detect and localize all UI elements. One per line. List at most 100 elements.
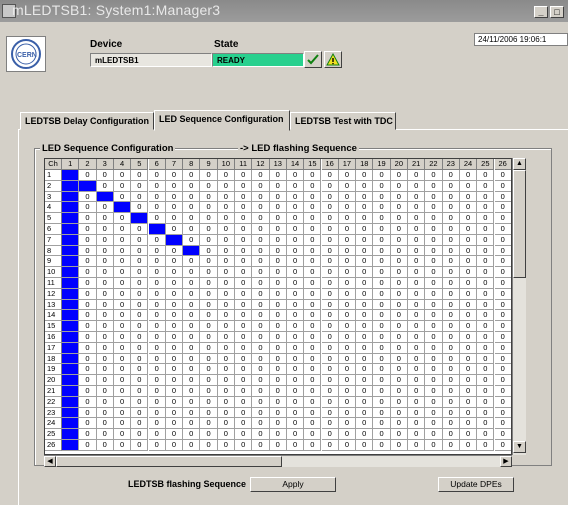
sequence-cell[interactable]: 0 [183,375,201,386]
sequence-cell[interactable]: 0 [321,440,339,451]
sequence-cell[interactable] [62,245,80,257]
sequence-cell[interactable]: 0 [390,342,408,354]
sequence-cell[interactable]: 0 [494,245,511,257]
sequence-cell[interactable]: 0 [356,386,374,397]
sequence-cell[interactable] [96,191,114,203]
sequence-cell[interactable]: 0 [408,170,426,181]
sequence-cell[interactable]: 0 [217,299,235,311]
sequence-cell[interactable]: 0 [338,429,357,440]
sequence-cell[interactable]: 0 [183,440,201,451]
sequence-cell[interactable]: 0 [459,321,478,332]
sequence-cell[interactable]: 0 [494,321,511,332]
sequence-cell[interactable]: 0 [165,321,184,332]
sequence-cell[interactable]: 0 [321,396,339,408]
sequence-cell[interactable]: 0 [321,278,339,289]
sequence-cell[interactable]: 0 [113,224,132,235]
sequence-cell[interactable]: 0 [321,234,339,246]
sequence-cell[interactable]: 0 [425,375,443,386]
sequence-cell[interactable]: 0 [235,234,253,246]
sequence-cell[interactable]: 0 [338,245,357,257]
sequence-cell[interactable]: 0 [304,418,322,430]
sequence-cell[interactable]: 0 [200,353,218,365]
sequence-cell[interactable]: 0 [252,429,270,440]
sequence-cell[interactable]: 0 [459,440,478,451]
sequence-cell[interactable]: 0 [217,278,235,289]
sequence-cell[interactable]: 0 [217,202,235,214]
sequence-cell[interactable]: 0 [459,202,478,214]
sequence-cell[interactable]: 0 [390,213,408,224]
sequence-cell[interactable]: 0 [96,429,114,440]
sequence-cell[interactable]: 0 [442,288,460,300]
sequence-cell[interactable]: 0 [494,429,511,440]
sequence-cell[interactable]: 0 [442,440,460,451]
sequence-cell[interactable]: 0 [304,278,322,289]
sequence-cell[interactable] [62,234,80,246]
sequence-cell[interactable]: 0 [286,245,305,257]
sequence-cell[interactable]: 0 [183,332,201,343]
sequence-cell[interactable]: 0 [408,224,426,235]
sequence-cell[interactable]: 0 [79,256,97,268]
sequence-cell[interactable]: 0 [338,170,357,181]
sequence-cell[interactable]: 0 [459,288,478,300]
sequence-cell[interactable]: 0 [96,288,114,300]
sequence-cell[interactable]: 0 [235,332,253,343]
sequence-cell[interactable]: 0 [390,180,408,192]
sequence-cell[interactable]: 0 [269,418,287,430]
sequence-cell[interactable]: 0 [113,180,132,192]
sequence-cell[interactable]: 0 [304,386,322,397]
sequence-cell[interactable]: 0 [304,375,322,386]
sequence-cell[interactable]: 0 [477,288,495,300]
sequence-cell[interactable]: 0 [356,278,374,289]
sequence-cell[interactable]: 0 [338,180,357,192]
sequence-cell[interactable]: 0 [425,364,443,376]
sequence-cell[interactable]: 0 [235,191,253,203]
sequence-cell[interactable]: 0 [321,418,339,430]
sequence-cell[interactable]: 0 [494,396,511,408]
sequence-cell[interactable]: 0 [217,321,235,332]
sequence-cell[interactable]: 0 [408,213,426,224]
sequence-cell[interactable]: 0 [113,342,132,354]
sequence-cell[interactable]: 0 [304,234,322,246]
sequence-cell[interactable]: 0 [425,234,443,246]
sequence-cell[interactable]: 0 [356,332,374,343]
sequence-cell[interactable]: 0 [269,202,287,214]
sequence-cell[interactable]: 0 [390,288,408,300]
sequence-cell[interactable]: 0 [269,375,287,386]
sequence-cell[interactable]: 0 [217,353,235,365]
sequence-cell[interactable]: 0 [408,321,426,332]
sequence-cell[interactable]: 0 [113,332,132,343]
sequence-cell[interactable]: 0 [390,310,408,322]
sequence-cell[interactable]: 0 [459,234,478,246]
sequence-cell[interactable]: 0 [235,180,253,192]
sequence-cell[interactable]: 0 [442,418,460,430]
tab-test-with-tdc[interactable]: LEDTSB Test with TDC [290,112,396,130]
sequence-cell[interactable]: 0 [183,321,201,332]
sequence-cell[interactable]: 0 [373,418,391,430]
sequence-cell[interactable]: 0 [459,310,478,322]
sequence-cell[interactable]: 0 [252,321,270,332]
sequence-cell[interactable]: 0 [217,310,235,322]
sequence-cell[interactable]: 0 [321,407,339,419]
sequence-cell[interactable] [62,180,80,192]
sequence-cell[interactable]: 0 [442,191,460,203]
sequence-cell[interactable]: 0 [252,299,270,311]
sequence-cell[interactable]: 0 [113,418,132,430]
sequence-cell[interactable]: 0 [459,353,478,365]
sequence-cell[interactable]: 0 [442,310,460,322]
sequence-cell[interactable]: 0 [217,418,235,430]
sequence-cell[interactable]: 0 [494,267,511,278]
sequence-cell[interactable]: 0 [408,310,426,322]
sequence-cell[interactable]: 0 [79,440,97,451]
sequence-cell[interactable]: 0 [425,288,443,300]
sequence-cell[interactable]: 0 [217,440,235,451]
horizontal-scroll-thumb[interactable] [56,456,282,467]
sequence-cell[interactable]: 0 [338,256,357,268]
sequence-cell[interactable]: 0 [304,342,322,354]
sequence-cell[interactable]: 0 [338,407,357,419]
sequence-cell[interactable] [165,234,184,246]
sequence-cell[interactable]: 0 [235,288,253,300]
sequence-cell[interactable]: 0 [373,353,391,365]
sequence-cell[interactable]: 0 [373,396,391,408]
sequence-cell[interactable]: 0 [321,386,339,397]
sequence-cell[interactable]: 0 [217,342,235,354]
